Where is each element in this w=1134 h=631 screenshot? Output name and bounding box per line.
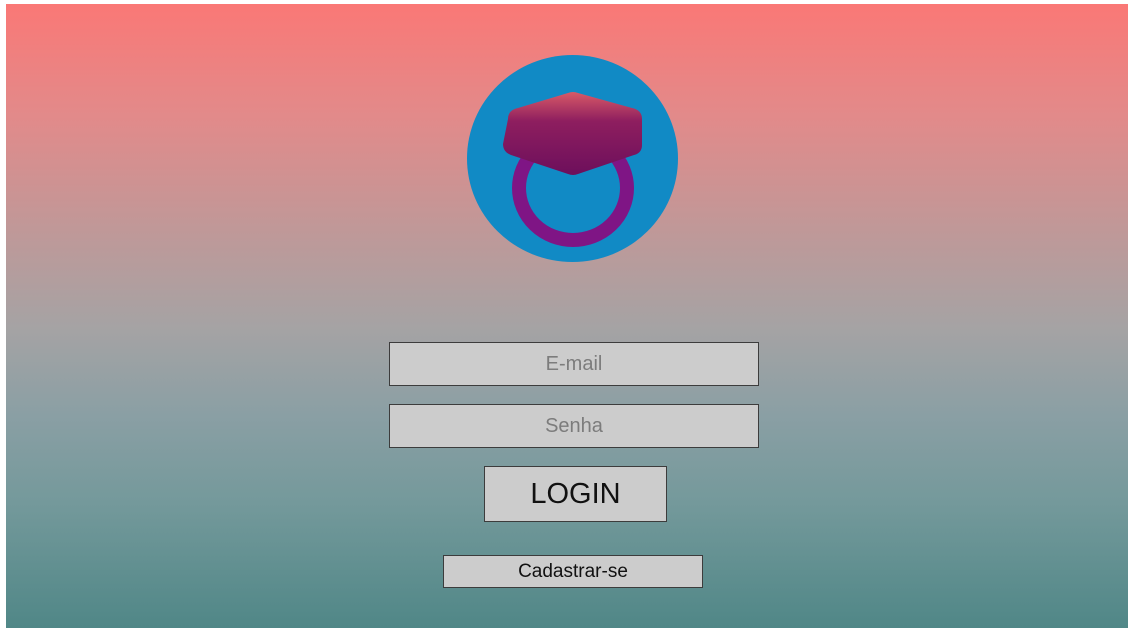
email-field[interactable] (389, 342, 759, 386)
password-field[interactable] (389, 404, 759, 448)
signup-button[interactable]: Cadastrar-se (443, 555, 703, 588)
logo (467, 55, 678, 262)
login-button[interactable]: LOGIN (484, 466, 667, 522)
login-screen: LOGIN Cadastrar-se (6, 4, 1128, 628)
